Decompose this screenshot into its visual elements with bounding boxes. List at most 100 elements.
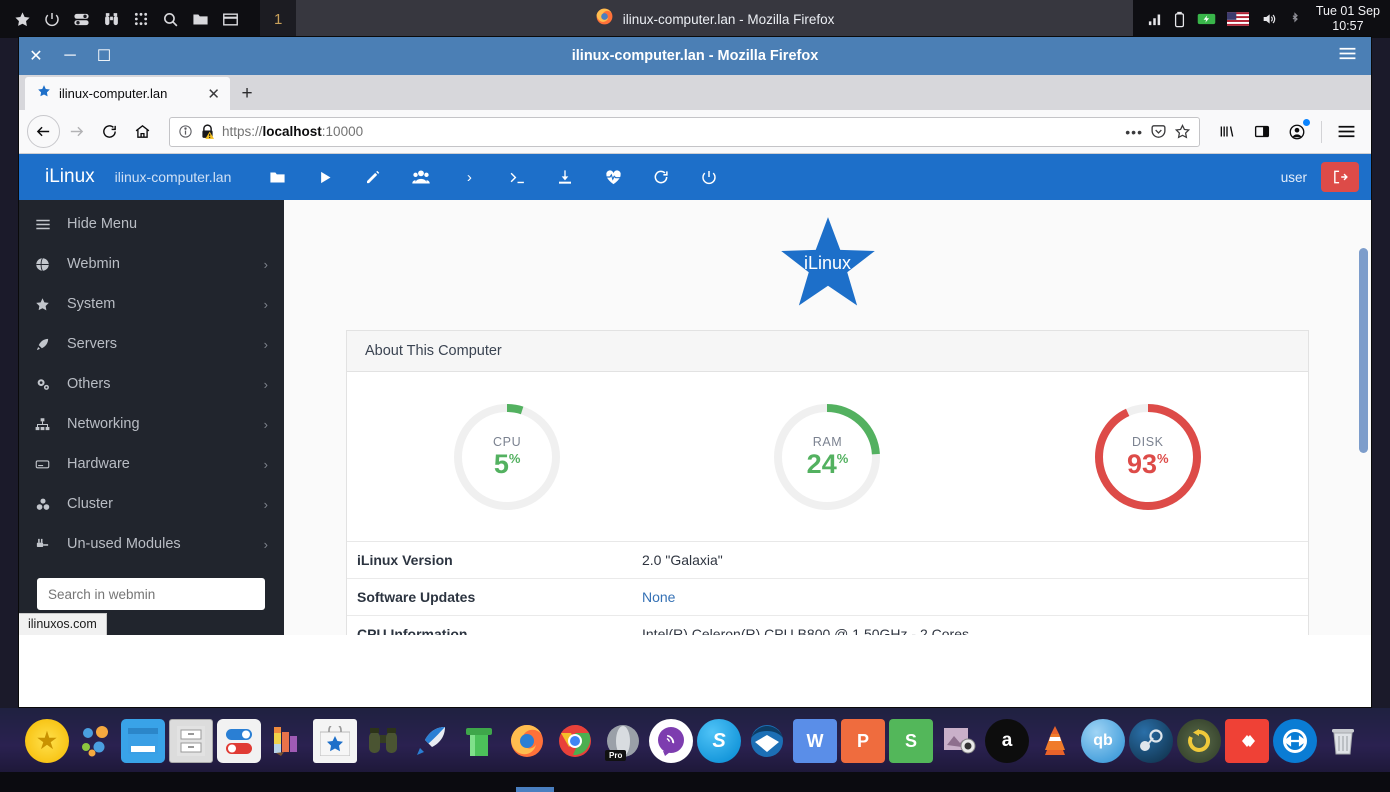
new-tab-button[interactable]: + — [230, 77, 264, 110]
library-icon[interactable] — [1210, 115, 1243, 148]
dock-item-trash[interactable] — [1321, 719, 1365, 763]
window-menu-icon[interactable] — [1338, 46, 1357, 66]
bookmark-star-icon[interactable] — [1174, 123, 1191, 140]
gauge-label: CPU — [493, 434, 522, 449]
url-bar[interactable]: https://localhost:10000 ••• — [169, 116, 1200, 147]
bluetooth-icon[interactable] — [1289, 11, 1301, 27]
search-icon[interactable] — [162, 11, 179, 28]
terminal-icon[interactable] — [493, 170, 541, 185]
sidebar-item-hardware[interactable]: Hardware › — [19, 444, 284, 484]
dock-item-spreadsheet[interactable]: S — [889, 719, 933, 763]
battery-icon[interactable] — [1173, 11, 1186, 28]
vertical-scrollbar[interactable] — [1358, 248, 1369, 633]
toggles-icon[interactable] — [73, 11, 90, 28]
logout-button[interactable] — [1321, 162, 1359, 192]
sidebar-item-unused-modules[interactable]: Un-used Modules › — [19, 524, 284, 564]
folder-icon[interactable] — [192, 11, 209, 28]
star-icon[interactable] — [14, 11, 31, 28]
dock-item-file-manager[interactable] — [169, 719, 213, 763]
dock-item-app-grid[interactable] — [73, 719, 117, 763]
sidebar-item-servers[interactable]: Servers › — [19, 324, 284, 364]
sidebar-icon[interactable] — [1245, 115, 1278, 148]
dock-item-color-palette[interactable] — [265, 719, 309, 763]
taskbar-window-indicator[interactable] — [516, 787, 554, 792]
reload-icon[interactable] — [93, 115, 126, 148]
search-input[interactable] — [37, 578, 265, 610]
account-icon[interactable] — [1280, 115, 1313, 148]
dock-item-backup-restore[interactable] — [1177, 719, 1221, 763]
play-icon[interactable] — [301, 170, 349, 185]
dock-item-binoculars-search[interactable] — [361, 719, 405, 763]
chevron-right-icon[interactable]: › — [445, 169, 493, 186]
toolbar-divider — [1321, 120, 1322, 143]
back-arrow-icon[interactable] — [27, 115, 60, 148]
ilinux-logo: iLinux — [284, 200, 1371, 330]
forward-arrow-icon[interactable] — [60, 115, 93, 148]
download-icon[interactable] — [541, 169, 589, 185]
sidebar-item-webmin[interactable]: Webmin › — [19, 244, 284, 284]
dock-item-thunderbird[interactable] — [745, 719, 789, 763]
power-icon[interactable] — [685, 169, 733, 185]
page-actions-ellipsis-icon[interactable]: ••• — [1125, 124, 1143, 140]
folder-icon[interactable] — [253, 169, 301, 186]
sidebar-item-cluster[interactable]: Cluster › — [19, 484, 284, 524]
dock-item-skype[interactable]: S — [697, 719, 741, 763]
dock-item-anydesk[interactable] — [1225, 719, 1269, 763]
home-icon[interactable] — [126, 115, 159, 148]
sidebar-item-system[interactable]: System › — [19, 284, 284, 324]
sidebar-item-networking[interactable]: Networking › — [19, 404, 284, 444]
dock-item-amazon[interactable]: a — [985, 719, 1029, 763]
dock-item-vlc[interactable] — [1033, 719, 1077, 763]
volume-icon[interactable] — [1260, 11, 1278, 27]
dock-item-window-manager[interactable] — [121, 719, 165, 763]
active-window-title-bar[interactable]: ilinux-computer.lan - Mozilla Firefox — [296, 0, 1133, 38]
webmin-brand[interactable]: iLinux — [45, 166, 95, 188]
us-flag-icon[interactable] — [1226, 12, 1249, 26]
users-icon[interactable] — [397, 169, 445, 185]
webmin-sidebar: Hide Menu Webmin › System › Servers › Ot… — [19, 200, 284, 635]
dock-item-opera-pro[interactable]: Pro — [601, 719, 645, 763]
pencil-icon[interactable] — [349, 169, 397, 185]
chevron-right-icon: › — [263, 256, 268, 272]
insecure-lock-warning-icon[interactable] — [200, 123, 215, 140]
dock-item-steam[interactable] — [1129, 719, 1173, 763]
dock-item-software-store[interactable] — [313, 719, 357, 763]
heartbeat-icon[interactable] — [589, 169, 637, 185]
dock-item-green-pipe[interactable] — [457, 719, 501, 763]
dock-item-webcam[interactable] — [937, 719, 981, 763]
dock-item-qbittorrent[interactable]: qb — [1081, 719, 1125, 763]
page-info-icon[interactable] — [178, 124, 193, 139]
binoculars-icon[interactable] — [103, 11, 120, 28]
dock-item-settings-toggles[interactable] — [217, 719, 261, 763]
power-icon[interactable] — [44, 11, 60, 27]
tab-close-icon[interactable]: ✕ — [207, 85, 220, 103]
pocket-icon[interactable] — [1150, 123, 1167, 140]
info-value: Intel(R) Celeron(R) CPU B800 @ 1.50GHz -… — [642, 626, 969, 635]
menu-icon[interactable] — [1330, 115, 1363, 148]
dock-item-chrome[interactable] — [553, 719, 597, 763]
sidebar-item-label: System — [67, 296, 116, 312]
clock[interactable]: Tue 01 Sep 10:57 — [1316, 4, 1380, 34]
browser-tab[interactable]: ilinux-computer.lan ✕ — [25, 77, 230, 110]
sidebar-item-hide-menu[interactable]: Hide Menu — [19, 204, 284, 244]
dock-item-viber[interactable] — [649, 719, 693, 763]
dock-item-firefox[interactable] — [505, 719, 549, 763]
sidebar-item-others[interactable]: Others › — [19, 364, 284, 404]
grid-icon[interactable] — [133, 11, 149, 27]
dock-item-teamviewer[interactable] — [1273, 719, 1317, 763]
dock-item-word-processor[interactable]: W — [793, 719, 837, 763]
refresh-icon[interactable] — [637, 169, 685, 185]
workspace-number[interactable]: 1 — [260, 0, 297, 38]
info-value-link[interactable]: None — [642, 589, 1308, 605]
window-icon[interactable] — [222, 11, 239, 28]
sidebar-search-wrapper — [19, 564, 284, 610]
charging-icon[interactable] — [1197, 12, 1216, 26]
scrollbar-thumb[interactable] — [1359, 248, 1368, 453]
window-maximize-button[interactable]: ☐ — [87, 37, 121, 75]
dock-item-star-launcher[interactable]: ★ — [25, 719, 69, 763]
dock-item-rocket-launcher[interactable] — [409, 719, 453, 763]
signal-icon[interactable] — [1147, 12, 1162, 27]
dock-item-presentation[interactable]: P — [841, 719, 885, 763]
window-close-button[interactable]: ✕ — [19, 37, 53, 75]
window-minimize-button[interactable]: ─ — [53, 37, 87, 75]
